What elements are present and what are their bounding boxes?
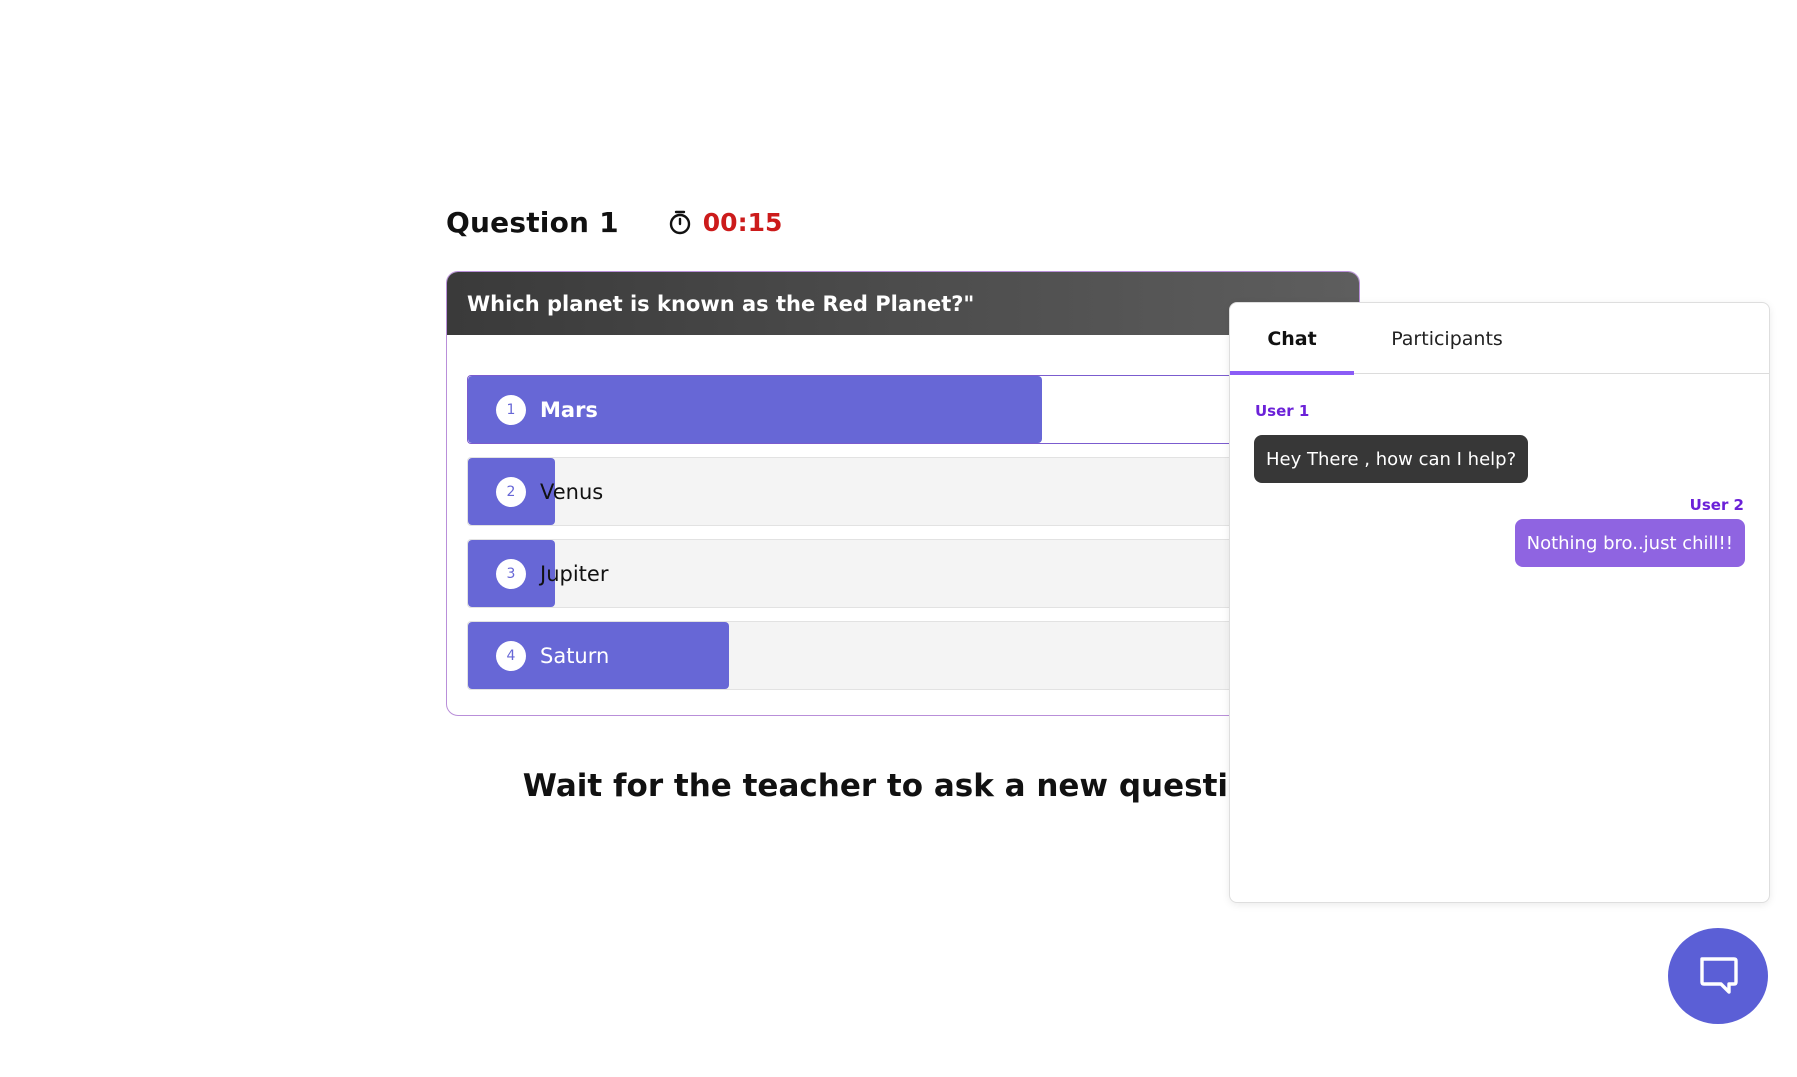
answer-option-mars[interactable]: 1 Mars — [467, 375, 1339, 444]
option-number: 4 — [496, 640, 526, 671]
chat-panel: Chat Participants User 1 Hey There , how… — [1229, 302, 1770, 903]
tab-participants[interactable]: Participants — [1354, 303, 1540, 374]
stopwatch-icon — [669, 210, 690, 235]
quiz-screen: Question 1 00:15 Which planet is known a… — [0, 0, 1797, 1077]
wait-message: Wait for the teacher to ask a new questi… — [522, 768, 1284, 804]
option-number: 3 — [496, 558, 526, 589]
answer-option-jupiter[interactable]: 3 Jupiter — [467, 539, 1339, 608]
chat-tabs: Chat Participants — [1230, 303, 1769, 375]
message-bubble: Hey There , how can I help? — [1254, 435, 1529, 483]
option-label: Mars — [540, 397, 598, 422]
timer: 00:15 — [667, 207, 783, 237]
option-label: Saturn — [540, 643, 610, 668]
message-sender: User 2 — [1689, 496, 1744, 514]
answer-options: 1 Mars 2 Venus 3 Jupiter 4 Saturn — [447, 335, 1359, 690]
chat-toggle-button[interactable] — [1668, 928, 1768, 1024]
timer-text: 00:15 — [702, 207, 783, 237]
question-header: Question 1 00:15 — [446, 202, 782, 242]
option-number: 1 — [496, 394, 526, 425]
option-label: Venus — [540, 479, 604, 504]
question-text-bar: Which planet is known as the Red Planet?… — [447, 272, 1359, 335]
question-title: Question 1 — [446, 205, 619, 239]
question-card: Which planet is known as the Red Planet?… — [446, 271, 1360, 716]
question-text: Which planet is known as the Red Planet?… — [467, 291, 975, 316]
message-sender: User 1 — [1255, 402, 1310, 420]
answer-option-venus[interactable]: 2 Venus — [467, 457, 1339, 526]
answer-option-saturn[interactable]: 4 Saturn — [467, 621, 1339, 690]
option-label: Jupiter — [540, 561, 609, 586]
option-number: 2 — [496, 476, 526, 507]
message-bubble: Nothing bro..just chill!! — [1514, 519, 1745, 567]
chat-bubble-icon — [1700, 957, 1738, 994]
tab-chat[interactable]: Chat — [1230, 303, 1354, 375]
